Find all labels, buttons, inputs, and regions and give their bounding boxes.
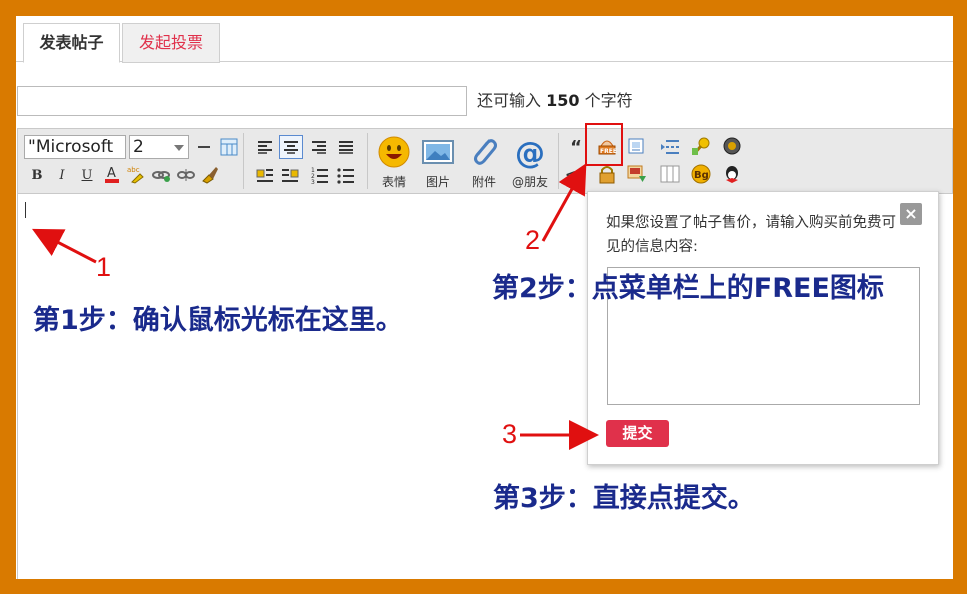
- code-block-icon[interactable]: [627, 137, 647, 157]
- popup-instructions: 如果您设置了帖子售价，请输入购买前免费可见的信息内容:: [606, 215, 896, 255]
- unlink-icon[interactable]: [176, 165, 196, 185]
- screenshot-frame: 发表帖子 发起投票 还可输入 150 个字符 "Microsoft 2 B I …: [16, 16, 953, 579]
- char-hint-prefix: 还可输入: [477, 91, 542, 110]
- char-hint-suffix: 个字符: [584, 91, 633, 110]
- char-count-hint: 还可输入 150 个字符: [477, 89, 633, 113]
- download-icon[interactable]: [627, 164, 647, 184]
- paperclip-icon: [474, 139, 497, 165]
- mention-label: @朋友: [511, 175, 548, 189]
- step3-annotation: 第3步：直接点提交。: [493, 483, 755, 514]
- step2-annotation: 第2步：点菜单栏上的FREE图标: [492, 273, 884, 304]
- font-color-icon[interactable]: A: [102, 164, 122, 184]
- quote-icon[interactable]: “: [566, 137, 586, 158]
- tab-bar: 发表帖子 发起投票: [16, 16, 953, 63]
- chevron-down-icon: [174, 145, 184, 151]
- step1-annotation: 第1步：确认鼠标光标在这里。: [33, 305, 403, 336]
- bold-icon[interactable]: B: [27, 165, 47, 185]
- column-layout-icon[interactable]: [660, 164, 680, 184]
- free-content-popup: × 如果您设置了帖子售价，请输入购买前免费可见的信息内容: 提交: [587, 191, 939, 465]
- close-icon[interactable]: ×: [900, 203, 922, 225]
- code-icon[interactable]: <>: [565, 165, 587, 185]
- image-label: 图片: [425, 175, 450, 189]
- step3-number: 3: [502, 419, 518, 449]
- svg-text:A: A: [107, 166, 116, 181]
- image-button[interactable]: 图片: [416, 133, 460, 191]
- char-hint-count: 150: [546, 91, 580, 110]
- align-center-icon[interactable]: [279, 135, 303, 159]
- underline-icon[interactable]: U: [77, 165, 97, 185]
- free-icon-highlight-box: [585, 123, 623, 166]
- svg-text:3: 3: [311, 179, 315, 184]
- toolbar-separator: [243, 133, 244, 189]
- emoji-button[interactable]: 表情: [372, 133, 416, 191]
- title-input[interactable]: [17, 86, 467, 116]
- editor-toolbar: "Microsoft 2 B I U A abc 1 2 3 表情 图片 附件 …: [17, 128, 953, 194]
- svg-text:Bg: Bg: [694, 170, 709, 181]
- align-right-icon[interactable]: [309, 137, 329, 157]
- tab-poll[interactable]: 发起投票: [122, 23, 220, 63]
- svg-text:@: @: [515, 136, 545, 169]
- align-justify-icon[interactable]: [336, 137, 356, 157]
- clear-format-icon[interactable]: [200, 164, 220, 184]
- font-family-select[interactable]: "Microsoft: [24, 135, 126, 159]
- step2-number: 2: [525, 225, 541, 255]
- step1-number: 1: [96, 252, 112, 282]
- tab-post[interactable]: 发表帖子: [23, 23, 120, 63]
- float-right-icon[interactable]: [280, 165, 300, 185]
- svg-text:abc: abc: [127, 166, 140, 174]
- smiley-icon: [378, 136, 410, 168]
- font-size-select[interactable]: 2: [129, 135, 189, 159]
- at-sign-icon: @: [515, 136, 545, 169]
- toolbar-separator: [558, 133, 559, 189]
- password-key-icon[interactable]: [691, 136, 711, 156]
- hide-content-icon[interactable]: [597, 164, 617, 184]
- text-cursor: [25, 202, 26, 218]
- attachment-label: 附件: [471, 175, 496, 189]
- mention-button[interactable]: @ @朋友: [508, 133, 552, 191]
- bbcode-icon[interactable]: Bg: [691, 164, 711, 184]
- highlight-icon[interactable]: abc: [126, 164, 146, 184]
- submit-button[interactable]: 提交: [606, 420, 669, 447]
- qq-icon[interactable]: [722, 164, 742, 184]
- align-left-icon[interactable]: [255, 137, 275, 157]
- horizontal-rule-icon[interactable]: [194, 137, 214, 157]
- ordered-list-icon[interactable]: 123: [310, 165, 330, 185]
- unordered-list-icon[interactable]: [336, 165, 356, 185]
- font-size-value: 2: [133, 137, 144, 157]
- image-icon: [422, 140, 454, 164]
- float-left-icon[interactable]: [255, 165, 275, 185]
- attachment-button[interactable]: 附件: [462, 133, 506, 191]
- link-icon[interactable]: [151, 165, 171, 185]
- media-icon[interactable]: [722, 136, 742, 156]
- page-break-icon[interactable]: [660, 137, 680, 157]
- italic-icon[interactable]: I: [52, 165, 72, 185]
- table-icon[interactable]: [219, 137, 239, 157]
